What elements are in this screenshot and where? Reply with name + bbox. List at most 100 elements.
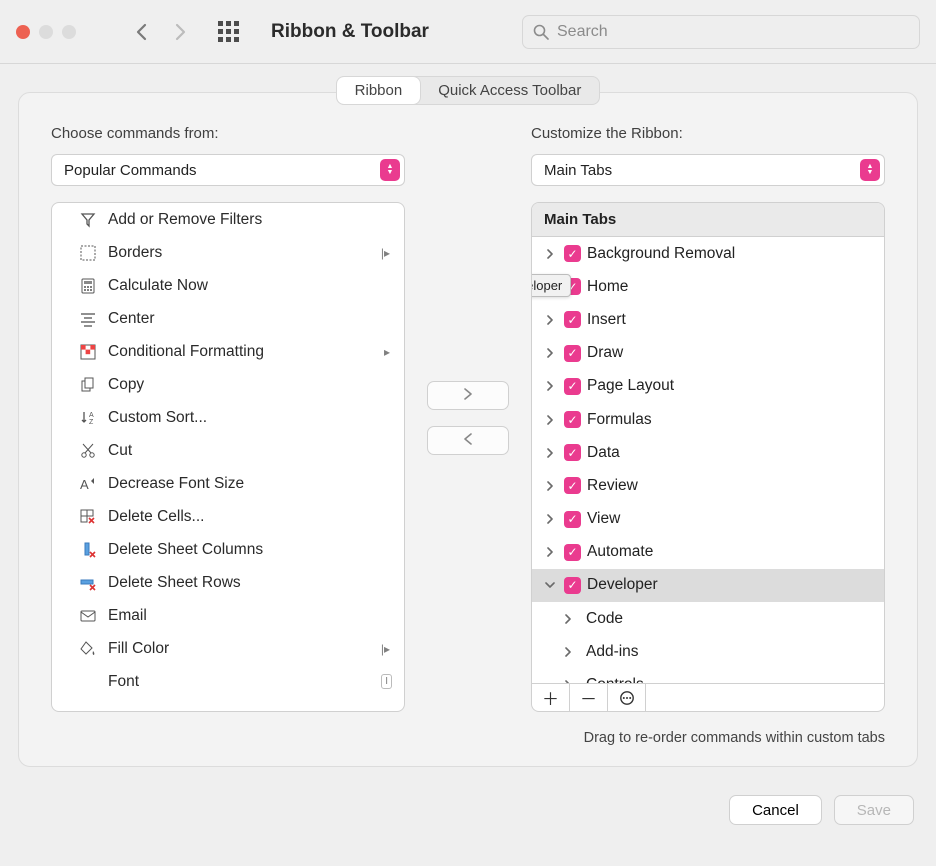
disclosure-icon[interactable] bbox=[542, 448, 558, 458]
tab-quick-access-toolbar[interactable]: Quick Access Toolbar bbox=[420, 77, 599, 104]
disclosure-icon[interactable] bbox=[542, 415, 558, 425]
command-label: Decrease Font Size bbox=[108, 475, 244, 493]
command-item[interactable]: Delete Sheet Columns bbox=[52, 533, 404, 566]
tree-subitem[interactable]: Controls bbox=[532, 668, 884, 684]
command-icon bbox=[78, 342, 98, 362]
disclosure-icon[interactable] bbox=[560, 680, 576, 684]
tree-subitem[interactable]: Code bbox=[532, 602, 884, 635]
command-item[interactable]: A Decrease Font Size bbox=[52, 467, 404, 500]
commands-from-dropdown[interactable]: Popular Commands ▲▼ bbox=[51, 154, 405, 186]
tab-ribbon[interactable]: Ribbon bbox=[337, 77, 421, 104]
ribbon-tabs-dropdown[interactable]: Main Tabs ▲▼ bbox=[531, 154, 885, 186]
tree-subitem-label: Add-ins bbox=[586, 643, 639, 661]
command-item[interactable]: Delete Sheet Rows bbox=[52, 566, 404, 599]
command-label: Font bbox=[108, 673, 139, 691]
tree-item[interactable]: ✓Automate bbox=[532, 536, 884, 569]
checkbox-icon[interactable]: ✓ bbox=[564, 378, 581, 395]
remove-tab-button[interactable]: － bbox=[570, 684, 608, 711]
tree-subitem[interactable]: Add-ins bbox=[532, 635, 884, 668]
disclosure-icon[interactable] bbox=[542, 481, 558, 491]
disclosure-icon[interactable] bbox=[542, 580, 558, 590]
tree-item[interactable]: ✓Insert bbox=[532, 303, 884, 336]
command-item[interactable]: Calculate Now bbox=[52, 269, 404, 302]
disclosure-icon[interactable] bbox=[542, 348, 558, 358]
command-label: Delete Sheet Columns bbox=[108, 541, 263, 559]
minimize-window-button[interactable] bbox=[39, 25, 53, 39]
tree-item[interactable]: ✓Home bbox=[532, 270, 884, 303]
disclosure-icon[interactable] bbox=[542, 249, 558, 259]
zoom-window-button[interactable] bbox=[62, 25, 76, 39]
checkbox-icon[interactable]: ✓ bbox=[564, 577, 581, 594]
remove-command-button[interactable] bbox=[427, 426, 509, 455]
checkbox-icon[interactable]: ✓ bbox=[564, 477, 581, 494]
checkbox-icon[interactable]: ✓ bbox=[564, 345, 581, 362]
command-item[interactable]: Conditional Formatting▸ bbox=[52, 335, 404, 368]
search-placeholder: Search bbox=[557, 23, 608, 41]
tree-item[interactable]: ✓Background Removal bbox=[532, 237, 884, 270]
tree-item[interactable]: ✓Review bbox=[532, 469, 884, 502]
checkbox-icon[interactable]: ✓ bbox=[564, 245, 581, 262]
command-item[interactable]: Delete Cells... bbox=[52, 500, 404, 533]
command-icon bbox=[78, 210, 98, 230]
command-item[interactable]: Email bbox=[52, 599, 404, 632]
disclosure-icon[interactable] bbox=[542, 514, 558, 524]
command-label: Delete Sheet Rows bbox=[108, 574, 241, 592]
checkbox-icon[interactable]: ✓ bbox=[564, 311, 581, 328]
svg-text:A: A bbox=[80, 477, 89, 492]
tree-item[interactable]: ✓Data bbox=[532, 436, 884, 469]
disclosure-icon[interactable] bbox=[560, 614, 576, 624]
ribbon-tree[interactable]: Main Tabs Developer ✓Background Removal✓… bbox=[531, 202, 885, 684]
command-item[interactable]: Center bbox=[52, 302, 404, 335]
command-item[interactable]: AZCustom Sort... bbox=[52, 401, 404, 434]
tree-toolbar: ＋ － bbox=[531, 684, 885, 712]
add-command-button[interactable] bbox=[427, 381, 509, 410]
ribbon-column: Customize the Ribbon: Main Tabs ▲▼ Main … bbox=[531, 119, 885, 746]
customize-ribbon-label: Customize the Ribbon: bbox=[531, 125, 885, 142]
add-tab-button[interactable]: ＋ bbox=[532, 684, 570, 711]
tab-options-button[interactable] bbox=[608, 684, 646, 711]
disclosure-icon[interactable] bbox=[542, 381, 558, 391]
command-item[interactable]: FontI bbox=[52, 665, 404, 698]
checkbox-icon[interactable]: ✓ bbox=[564, 444, 581, 461]
nav-forward-button[interactable] bbox=[168, 20, 192, 44]
all-prefs-grid-icon[interactable] bbox=[218, 21, 239, 42]
tree-item[interactable]: ✓Draw bbox=[532, 337, 884, 370]
command-item[interactable]: Borders|▸ bbox=[52, 236, 404, 269]
command-icon bbox=[78, 540, 98, 560]
command-label: Center bbox=[108, 310, 155, 328]
command-item[interactable]: Add or Remove Filters bbox=[52, 203, 404, 236]
command-icon bbox=[78, 243, 98, 263]
checkbox-icon[interactable]: ✓ bbox=[564, 411, 581, 428]
command-label: Add or Remove Filters bbox=[108, 211, 262, 229]
tree-item[interactable]: ✓View bbox=[532, 503, 884, 536]
close-window-button[interactable] bbox=[16, 25, 30, 39]
command-label: Fill Color bbox=[108, 640, 169, 658]
command-item[interactable]: Copy bbox=[52, 368, 404, 401]
command-label: Borders bbox=[108, 244, 162, 262]
command-item[interactable]: Cut bbox=[52, 434, 404, 467]
ribbon-tabs-value: Main Tabs bbox=[544, 162, 612, 179]
save-button[interactable]: Save bbox=[834, 795, 914, 825]
dialog-footer: Cancel Save bbox=[0, 781, 936, 825]
dropdown-arrows-icon: ▲▼ bbox=[860, 159, 880, 181]
tree-item[interactable]: ✓Formulas bbox=[532, 403, 884, 436]
cancel-button[interactable]: Cancel bbox=[729, 795, 822, 825]
command-icon bbox=[78, 606, 98, 626]
search-input[interactable]: Search bbox=[522, 15, 920, 49]
reorder-hint: Drag to re-order commands within custom … bbox=[531, 730, 885, 746]
nav-back-button[interactable] bbox=[130, 20, 154, 44]
command-item[interactable]: Fill Color|▸ bbox=[52, 632, 404, 665]
disclosure-icon[interactable] bbox=[560, 647, 576, 657]
command-label: Custom Sort... bbox=[108, 409, 207, 427]
command-label: Cut bbox=[108, 442, 132, 460]
disclosure-icon[interactable] bbox=[542, 547, 558, 557]
command-icon: A bbox=[78, 474, 98, 494]
checkbox-icon[interactable]: ✓ bbox=[564, 511, 581, 528]
commands-from-value: Popular Commands bbox=[64, 162, 197, 179]
commands-listbox[interactable]: Add or Remove Filters Borders|▸Calculate … bbox=[51, 202, 405, 712]
svg-text:Z: Z bbox=[89, 419, 94, 426]
disclosure-icon[interactable] bbox=[542, 315, 558, 325]
tree-item[interactable]: ✓Page Layout bbox=[532, 370, 884, 403]
tree-item[interactable]: ✓Developer bbox=[532, 569, 884, 602]
checkbox-icon[interactable]: ✓ bbox=[564, 544, 581, 561]
